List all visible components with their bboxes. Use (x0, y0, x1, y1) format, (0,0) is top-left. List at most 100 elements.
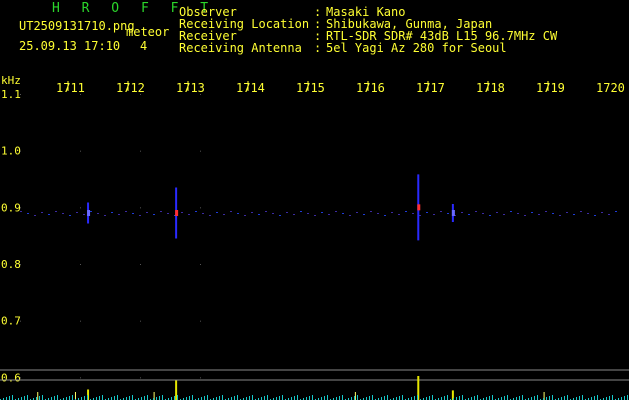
carrier-dot (335, 211, 337, 212)
freq-grid-dot (200, 207, 201, 209)
noise-floor (354, 396, 355, 400)
carrier-dot (503, 214, 505, 215)
freq-tick-label: 1.0 (1, 145, 21, 158)
carrier-dot (279, 215, 281, 216)
noise-floor (282, 395, 283, 400)
noise-floor (147, 395, 148, 400)
noise-floor (27, 395, 28, 400)
carrier-dot (69, 215, 71, 216)
carrier-dot (608, 214, 610, 215)
carrier-dot (20, 211, 22, 212)
noise-floor (594, 396, 595, 400)
freq-grid-dot (140, 320, 141, 322)
freq-grid-dot (20, 207, 21, 209)
carrier-dot (90, 211, 92, 212)
noise-floor (369, 396, 370, 400)
noise-floor (204, 396, 205, 400)
noise-floor (54, 396, 55, 400)
noise-floor (462, 395, 463, 400)
carrier-dot (300, 211, 302, 212)
carrier-dot (237, 213, 239, 214)
noise-floor (219, 396, 220, 400)
noise-floor (399, 396, 400, 400)
carrier-dot (307, 213, 309, 214)
noise-floor (477, 395, 478, 400)
noise-floor (114, 396, 115, 400)
freq-grid-dot (80, 377, 81, 379)
noise-floor (564, 396, 565, 400)
carrier-dot (440, 211, 442, 212)
freq-tick-label: 0.6 (1, 371, 21, 384)
freq-grid-dot (20, 94, 21, 95)
noise-floor (309, 396, 310, 400)
freq-grid-dot (80, 320, 81, 322)
noise-floor (57, 395, 58, 400)
carrier-dot (181, 212, 183, 213)
meteor-echo-core (451, 210, 455, 216)
noise-floor (627, 395, 628, 400)
time-tick-label: 1716 (356, 81, 385, 95)
noise-floor (567, 395, 568, 400)
carrier-dot (419, 215, 421, 216)
freq-grid-dot (200, 377, 201, 379)
noise-floor (192, 395, 193, 400)
carrier-dot (405, 211, 407, 212)
noise-floor (507, 395, 508, 400)
noise-floor (129, 396, 130, 400)
carrier-dot (538, 214, 540, 215)
carrier-dot (461, 212, 463, 213)
freq-tick-label: 0.9 (1, 201, 21, 214)
carrier-dot (153, 214, 155, 215)
freq-grid-dot (20, 150, 21, 152)
carrier-dot (398, 214, 400, 215)
time-tick-label: 1713 (176, 81, 205, 95)
noise-floor (12, 395, 13, 400)
noise-floor (189, 396, 190, 400)
freq-grid-dot (140, 207, 141, 209)
carrier-dot (195, 211, 197, 212)
freq-grid-dot (80, 150, 81, 152)
freq-grid-dot (200, 150, 201, 152)
carrier-dot (41, 212, 43, 213)
kHz-axis-label: kHz (1, 74, 21, 87)
carrier-dot (391, 212, 393, 213)
noise-floor (612, 395, 613, 400)
carrier-dot (104, 215, 106, 216)
noise-floor (489, 396, 490, 400)
carrier-dot (531, 212, 533, 213)
carrier-dot (580, 211, 582, 212)
noise-floor (609, 396, 610, 400)
noise-floor (87, 395, 88, 400)
noise-floor (132, 395, 133, 400)
freq-grid-dot (140, 264, 141, 265)
carrier-dot (475, 211, 477, 212)
noise-floor (39, 396, 40, 400)
noise-floor (327, 395, 328, 400)
noise-floor (339, 396, 340, 400)
noise-floor (72, 395, 73, 400)
carrier-dot (139, 215, 141, 216)
time-tick-label: 1718 (476, 81, 505, 95)
noise-floor (207, 395, 208, 400)
carrier-dot (342, 213, 344, 214)
carrier-dot (216, 212, 218, 213)
noise-floor (222, 395, 223, 400)
carrier-dot (447, 213, 449, 214)
carrier-dot (293, 214, 295, 215)
carrier-dot (62, 213, 64, 214)
carrier-dot (524, 215, 526, 216)
carrier-dot (132, 213, 134, 214)
carrier-dot (125, 211, 127, 212)
noise-floor (402, 395, 403, 400)
time-tick-label: 1714 (236, 81, 265, 95)
carrier-dot (489, 215, 491, 216)
noise-floor (279, 396, 280, 400)
noise-floor (624, 396, 625, 400)
freq-grid-dot (200, 264, 201, 265)
carrier-dot (34, 215, 36, 216)
noise-floor (342, 395, 343, 400)
noise-floor (9, 396, 10, 400)
carrier-dot (223, 214, 225, 215)
carrier-dot (244, 215, 246, 216)
noise-floor (297, 395, 298, 400)
